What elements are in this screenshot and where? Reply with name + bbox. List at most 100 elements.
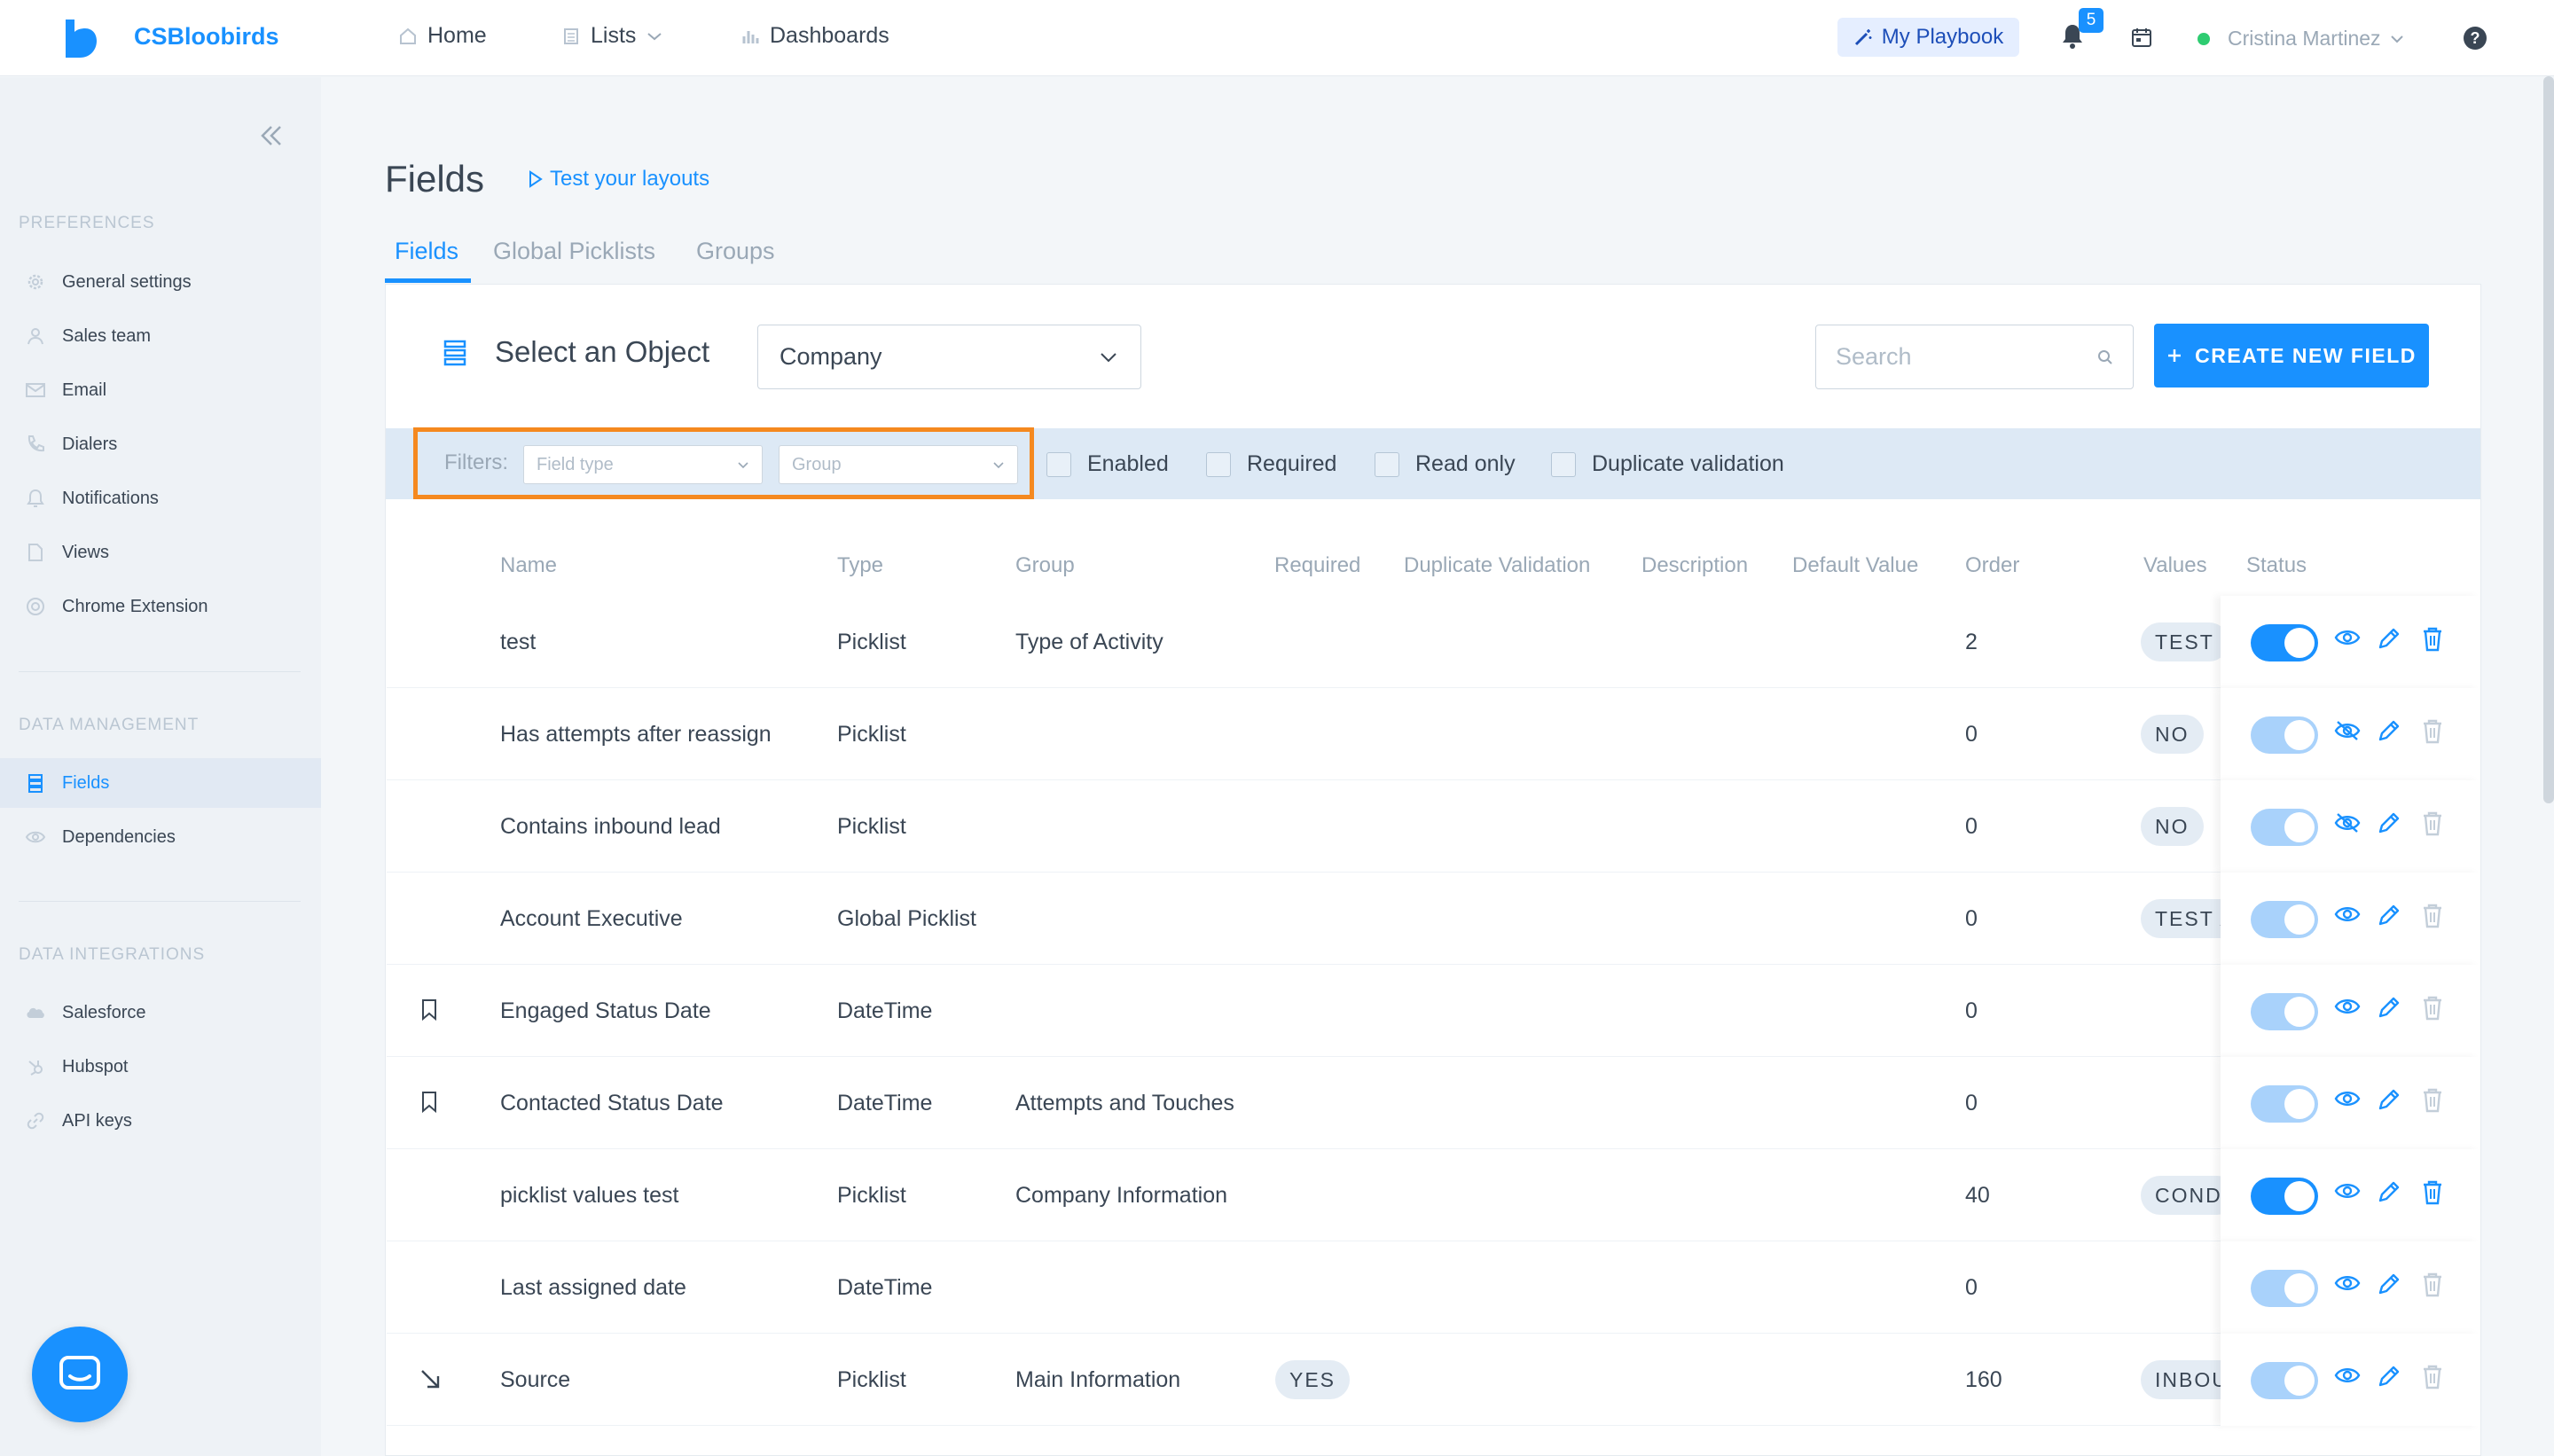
column-header-duplicate-validation[interactable]: Duplicate Validation xyxy=(1404,553,1590,578)
pencil-icon[interactable] xyxy=(2377,1087,2401,1112)
page-scrollbar[interactable] xyxy=(2543,76,2554,803)
table-row[interactable]: Has attempts after reassign Picklist 0 NO xyxy=(387,688,2480,780)
nav-lists[interactable]: Lists xyxy=(562,23,662,49)
sidebar-item-dependencies[interactable]: Dependencies xyxy=(0,812,321,862)
pencil-icon[interactable] xyxy=(2377,626,2401,651)
pencil-icon[interactable] xyxy=(2377,1179,2401,1204)
test-layouts-link[interactable]: Test your layouts xyxy=(529,167,709,192)
cell-name: Contains inbound lead xyxy=(500,814,721,839)
enabled-checkbox[interactable]: Enabled xyxy=(1046,451,1169,477)
eye-icon[interactable] xyxy=(2334,1089,2361,1108)
pencil-icon[interactable] xyxy=(2377,903,2401,928)
trash-icon[interactable] xyxy=(2421,1179,2444,1206)
status-toggle[interactable] xyxy=(2251,901,2318,938)
column-header-group[interactable]: Group xyxy=(1015,553,1075,578)
status-toggle[interactable] xyxy=(2251,1178,2318,1215)
field-type-filter[interactable]: Field type xyxy=(523,445,763,484)
status-toggle[interactable] xyxy=(2251,716,2318,754)
help-icon[interactable]: ? xyxy=(2463,26,2487,51)
checkbox-box[interactable] xyxy=(1375,451,1399,477)
sidebar-item-chrome-extension[interactable]: Chrome Extension xyxy=(0,582,321,631)
status-toggle[interactable] xyxy=(2251,809,2318,846)
sidebar-item-fields[interactable]: Fields xyxy=(0,758,321,808)
calendar-icon[interactable] xyxy=(2131,27,2152,48)
table-row[interactable]: Contains inbound lead Picklist 0 NO xyxy=(387,780,2480,873)
trash-icon[interactable] xyxy=(2421,1272,2444,1298)
sidebar-item-notifications[interactable]: Notifications xyxy=(0,474,321,523)
status-toggle[interactable] xyxy=(2251,624,2318,661)
tab-global-picklists[interactable]: Global Picklists xyxy=(493,238,655,265)
nav-dashboards[interactable]: Dashboards xyxy=(741,23,889,49)
nav-dashboards-label: Dashboards xyxy=(770,23,889,48)
object-select[interactable]: Company xyxy=(757,325,1141,389)
collapse-sidebar-icon[interactable] xyxy=(259,123,284,148)
pencil-icon[interactable] xyxy=(2377,995,2401,1020)
online-status-dot xyxy=(2198,33,2210,45)
eye-icon[interactable] xyxy=(2334,1366,2361,1385)
user-menu[interactable]: Cristina Martinez xyxy=(2228,27,2404,51)
trash-icon[interactable] xyxy=(2421,995,2444,1022)
eye-icon[interactable] xyxy=(2334,1273,2361,1293)
table-row[interactable]: Engaged Status Date DateTime 0 xyxy=(387,965,2480,1057)
read-only-checkbox[interactable]: Read only xyxy=(1375,451,1516,477)
sidebar-item-sales-team[interactable]: Sales team xyxy=(0,311,321,361)
eye-icon[interactable] xyxy=(2334,904,2361,924)
status-toggle[interactable] xyxy=(2251,1270,2318,1307)
trash-icon[interactable] xyxy=(2421,718,2444,745)
trash-icon[interactable] xyxy=(2421,1087,2444,1114)
column-header-values[interactable]: Values xyxy=(2143,553,2207,578)
status-toggle[interactable] xyxy=(2251,993,2318,1030)
status-toggle[interactable] xyxy=(2251,1362,2318,1399)
eye-off-icon[interactable] xyxy=(2334,720,2361,741)
search-icon xyxy=(2097,349,2113,365)
eye-icon[interactable] xyxy=(2334,997,2361,1016)
create-new-field-button[interactable]: CREATE NEW FIELD xyxy=(2154,324,2429,387)
sidebar-item-general-settings[interactable]: General settings xyxy=(0,257,321,307)
sidebar-item-dialers[interactable]: Dialers xyxy=(0,419,321,469)
pencil-icon[interactable] xyxy=(2377,1364,2401,1389)
status-toggle[interactable] xyxy=(2251,1085,2318,1123)
checkbox-box[interactable] xyxy=(1206,451,1231,477)
pencil-icon[interactable] xyxy=(2377,810,2401,835)
table-row[interactable]: picklist values test Picklist Company Info… xyxy=(387,1149,2480,1241)
sidebar-item-api-keys[interactable]: API keys xyxy=(0,1096,321,1146)
column-header-order[interactable]: Order xyxy=(1965,553,2019,578)
required-checkbox[interactable]: Required xyxy=(1206,451,1336,477)
sidebar-item-views[interactable]: Views xyxy=(0,528,321,577)
table-row[interactable]: Account Executive Global Picklist 0 TEST A xyxy=(387,873,2480,965)
nav-home[interactable]: Home xyxy=(399,23,487,49)
sidebar-item-hubspot[interactable]: Hubspot xyxy=(0,1042,321,1092)
trash-icon[interactable] xyxy=(2421,626,2444,653)
eye-off-icon[interactable] xyxy=(2334,812,2361,834)
checkbox-box[interactable] xyxy=(1046,451,1071,477)
trash-icon[interactable] xyxy=(2421,810,2444,837)
eye-icon[interactable] xyxy=(2334,1181,2361,1201)
table-row[interactable]: Source Picklist Main Information YES 160 INBO… xyxy=(387,1334,2480,1426)
group-filter[interactable]: Group xyxy=(779,445,1018,484)
column-header-type[interactable]: Type xyxy=(837,553,883,578)
pencil-icon[interactable] xyxy=(2377,1272,2401,1296)
trash-icon[interactable] xyxy=(2421,1364,2444,1390)
checkbox-box[interactable] xyxy=(1551,451,1576,477)
trash-icon[interactable] xyxy=(2421,903,2444,929)
duplicate-validation-checkbox[interactable]: Duplicate validation xyxy=(1551,451,1784,477)
pencil-icon[interactable] xyxy=(2377,718,2401,743)
brand-logo-icon[interactable] xyxy=(64,20,98,59)
search-input[interactable]: Search xyxy=(1815,325,2134,389)
eye-icon[interactable] xyxy=(2334,628,2361,647)
column-header-name[interactable]: Name xyxy=(500,553,557,578)
my-playbook-button[interactable]: My Playbook xyxy=(1837,18,2019,57)
column-header-description[interactable]: Description xyxy=(1641,553,1748,578)
chat-launcher-button[interactable] xyxy=(32,1327,128,1422)
tab-fields[interactable]: Fields xyxy=(395,238,458,265)
column-header-required[interactable]: Required xyxy=(1274,553,1360,578)
sidebar-item-salesforce[interactable]: Salesforce xyxy=(0,988,321,1037)
column-header-status[interactable]: Status xyxy=(2246,553,2307,578)
tab-groups[interactable]: Groups xyxy=(696,238,775,265)
column-header-default-value[interactable]: Default Value xyxy=(1792,553,1918,578)
table-row[interactable]: Last assigned date DateTime 0 xyxy=(387,1241,2480,1334)
table-row[interactable]: Contacted Status Date DateTime Attempts an… xyxy=(387,1057,2480,1149)
table-row[interactable]: test Picklist Type of Activity 2 TEST xyxy=(387,596,2480,688)
brand-name[interactable]: CSBloobirds xyxy=(134,23,279,51)
sidebar-item-email[interactable]: Email xyxy=(0,365,321,415)
